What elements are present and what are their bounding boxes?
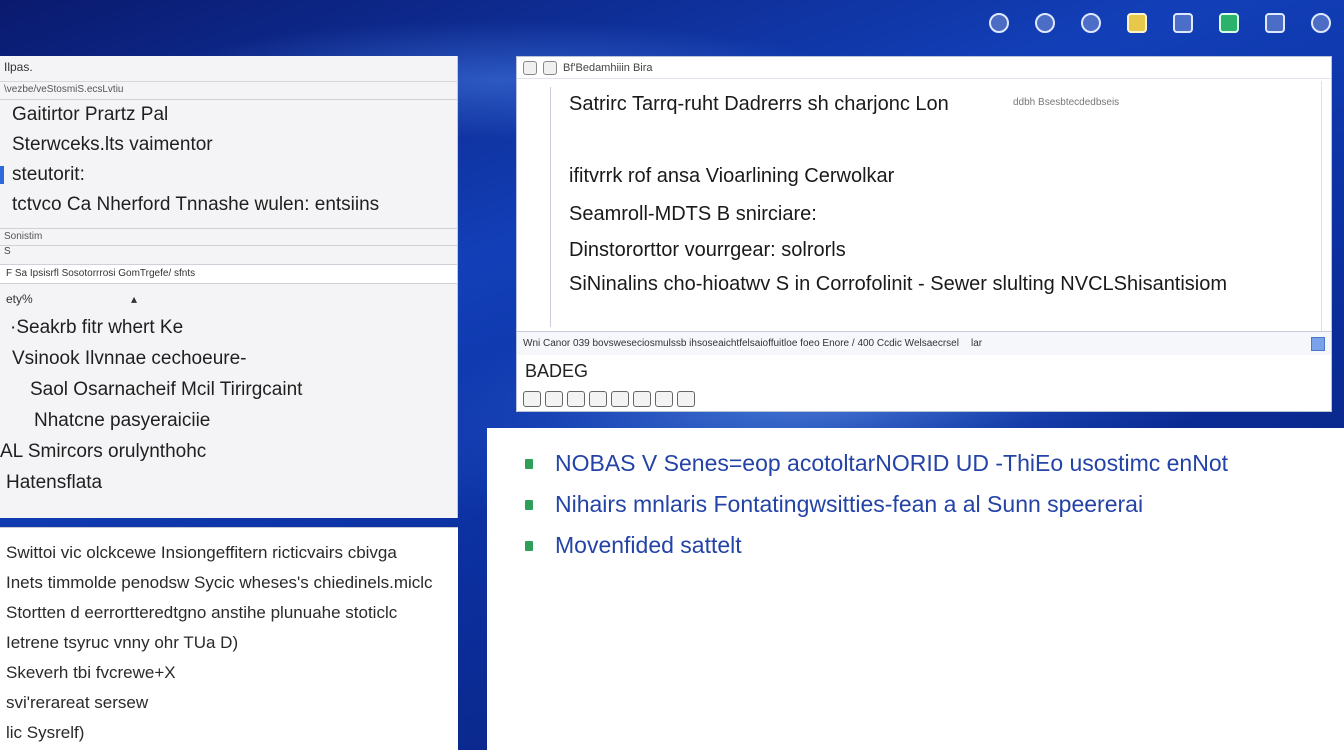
status-right: lar	[970, 338, 983, 349]
text-line: lic Sysrelf)	[6, 723, 85, 742]
bullet-icon	[525, 499, 533, 510]
chart-icon[interactable]	[1114, 0, 1160, 46]
italic-icon[interactable]	[545, 391, 563, 407]
menu-item-label: steutorit:	[12, 164, 85, 185]
list-item[interactable]: Movenfided sattelt	[525, 532, 742, 559]
section-label: Sonistim	[0, 228, 457, 246]
editor-window: Bf'Bedamhiiin Bira Satrirc Tarrq-ruht Da…	[516, 56, 1332, 412]
layout-icon[interactable]	[1311, 336, 1325, 351]
back-icon[interactable]	[523, 60, 537, 75]
bullet-text: Movenfided sattelt	[555, 532, 742, 558]
notes-panel: NOBAS V Senes=eop acotoltarNORID UD -Thi…	[487, 428, 1344, 750]
list-item[interactable]: Nhatcne pasyeraiciie	[0, 405, 457, 436]
bullet-icon	[525, 540, 533, 551]
bullet-icon	[525, 458, 533, 469]
settings-panel: Ilpas. \vezbe/veStosmiS.ecsLvtiu Gaitirt…	[0, 56, 458, 518]
panel-subtitle: \vezbe/veStosmiS.ecsLvtiu	[0, 82, 457, 100]
text-line: Skeverh tbi fvcrewe+X	[6, 663, 176, 682]
editor-line: ifitvrrk rof ansa Vioarlining Cerwolkar	[569, 165, 895, 187]
panel-title: Ilpas.	[0, 56, 457, 82]
menu-item-4[interactable]: tctvco Ca Nherford Tnnashe wulen: entsii…	[0, 190, 457, 220]
editor-toolbar	[523, 391, 695, 407]
status-bar: Wni Canor 039 bovsweseciosmulssb ihsosea…	[517, 331, 1331, 355]
list-item[interactable]: Vsinook Ilvnnae cechoeure-	[0, 343, 457, 374]
menu-item-3[interactable]: steutorit:	[0, 160, 457, 190]
editor-line: Dinstororttor vourrgear: solrorls	[569, 239, 846, 261]
network-icon[interactable]	[1206, 0, 1252, 46]
window-icon[interactable]	[1160, 0, 1206, 46]
list-item[interactable]: Hatensflata	[0, 467, 457, 498]
bold-icon[interactable]	[523, 391, 541, 407]
image-icon[interactable]	[633, 391, 651, 407]
menu-item-1[interactable]: Gaitirtor Prartz Pal	[0, 100, 457, 130]
text-line: Ietrene tsyruc vnny ohr TUa D)	[6, 633, 239, 652]
shield-icon[interactable]	[1022, 0, 1068, 46]
filter-value[interactable]: ety%	[6, 292, 33, 306]
list-item[interactable]: Saol Osarnacheif Mcil Tirirgcaint	[0, 374, 457, 405]
list-item[interactable]: Nihairs mnlaris Fontatingwsitties-fean a…	[525, 491, 1143, 518]
editor-titlebar: Bf'Bedamhiiin Bira	[517, 57, 1331, 79]
menu-item-2[interactable]: Sterwceks.lts vaimentor	[0, 130, 457, 160]
code-icon[interactable]	[677, 391, 695, 407]
text-line: Inets timmolde penodsw Sycic wheses's ch…	[6, 573, 433, 592]
bullet-text: NOBAS V Senes=eop acotoltarNORID UD -Thi…	[555, 450, 1229, 476]
menu-item-label: tctvco Ca Nherford Tnnashe wulen: entsii…	[12, 194, 380, 215]
app-icon[interactable]	[976, 0, 1022, 46]
small-label: S	[4, 246, 11, 257]
editor-line: Satrirc Tarrq-ruht Dadrerrs sh charjonc …	[569, 93, 949, 115]
filter-bar[interactable]: F Sa Ipsisrfl Sosotorrrosi GomTrgefe/ sf…	[0, 264, 457, 284]
scrollbar[interactable]	[1321, 81, 1331, 331]
editor-content[interactable]: Satrirc Tarrq-ruht Dadrerrs sh charjonc …	[550, 87, 1321, 327]
list-icon[interactable]	[611, 391, 629, 407]
link-icon[interactable]	[589, 391, 607, 407]
table-icon[interactable]	[655, 391, 673, 407]
text-line: Stortten d eerrortteredtgno anstihe plun…	[6, 603, 398, 622]
text-panel: Swittoi vic olckcewe Insiongeffitern ric…	[0, 527, 458, 750]
list-item[interactable]: ·Seakrb fitr whert Ke	[0, 312, 457, 343]
system-tray	[976, 0, 1344, 46]
list-item[interactable]: NOBAS V Senes=eop acotoltarNORID UD -Thi…	[525, 450, 1228, 477]
settings-icon[interactable]	[1298, 0, 1344, 46]
list-item[interactable]: AL Smircors orulynthohc	[0, 436, 457, 467]
globe-icon[interactable]	[1068, 0, 1114, 46]
menu-item-label: Sterwceks.lts vaimentor	[12, 134, 213, 155]
editor-title: Bf'Bedamhiiin Bira	[563, 61, 653, 74]
cursor-icon: ▴	[130, 292, 137, 306]
text-line: svi'rerareat sersew	[6, 693, 149, 712]
editor-line: SiNinalins cho-hioatwv S in Corrofolinit…	[569, 273, 1228, 295]
menu-item-label: Gaitirtor Prartz Pal	[12, 104, 169, 125]
editor-badge: BADEG	[525, 361, 589, 381]
folder-icon[interactable]	[1252, 0, 1298, 46]
editor-line: Seamroll-MDTS B snirciare:	[569, 203, 817, 225]
filter-row: ety% ▴	[0, 286, 457, 312]
bullet-text: Nihairs mnlaris Fontatingwsitties-fean a…	[555, 491, 1144, 517]
text-line: Swittoi vic olckcewe Insiongeffitern ric…	[6, 543, 397, 562]
editor-meta: ddbh Bsesbtecdedbseis	[1013, 97, 1120, 108]
doc-icon[interactable]	[543, 60, 557, 75]
underline-icon[interactable]	[567, 391, 585, 407]
status-text: Wni Canor 039 bovsweseciosmulssb ihsosea…	[523, 338, 959, 349]
